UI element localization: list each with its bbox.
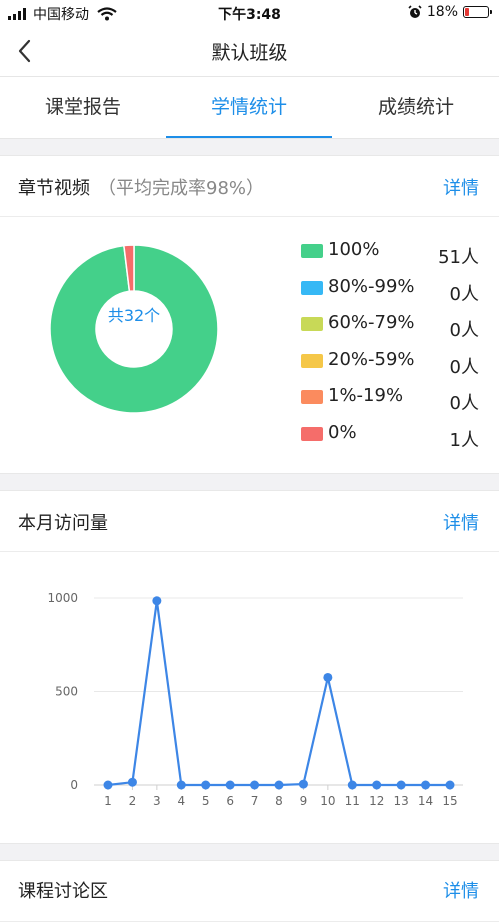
discussion-detail-link[interactable]: 详情 — [443, 877, 479, 903]
nav-bar: 默认班级 — [0, 26, 499, 77]
status-bar: 中国移动 下午3:48 18% — [0, 0, 499, 26]
legend-count: 0人 — [449, 283, 479, 305]
legend-item: 20%-59% 0人 — [301, 349, 491, 386]
visits-card-header: 本月访问量 详情 — [0, 491, 499, 552]
legend-swatch — [301, 280, 323, 295]
visits-point — [274, 780, 284, 790]
tab-bar: 课堂报告 学情统计 成绩统计 — [0, 77, 499, 139]
legend-swatch — [301, 244, 323, 258]
legend-count: 51人 — [438, 247, 479, 268]
video-detail-link[interactable]: 详情 — [443, 174, 479, 200]
x-tick-label: 8 — [275, 794, 283, 808]
x-tick-label: 14 — [418, 794, 433, 808]
legend-label: 80%-99% — [328, 275, 415, 297]
battery-icon — [463, 6, 492, 18]
x-tick-label: 13 — [394, 794, 409, 808]
visits-point — [225, 780, 235, 790]
x-tick-label: 4 — [177, 794, 185, 808]
visits-point — [445, 780, 455, 790]
legend-label: 1%-19% — [328, 385, 404, 406]
visits-detail-link[interactable]: 详情 — [443, 509, 479, 535]
legend-label: 0% — [328, 421, 357, 443]
legend-item: 60%-79% 0人 — [301, 312, 491, 349]
donut-legend: 100% 51人 80%-99% 0人 60%-79% 0人 20%-59% 0人 1%… — [301, 239, 491, 458]
x-tick-label: 7 — [251, 794, 259, 808]
legend-label: 100% — [328, 239, 380, 260]
visits-point — [250, 780, 260, 790]
page-title: 默认班级 — [211, 42, 288, 64]
battery-level — [465, 8, 469, 16]
legend-item: 1%-19% 0人 — [301, 385, 491, 422]
tab-learning-stats[interactable]: 学情统计 — [166, 77, 332, 138]
video-title: 章节视频 — [18, 178, 90, 199]
legend-label: 60%-79% — [328, 312, 415, 333]
visits-point — [201, 780, 211, 790]
legend-item: 80%-99% 0人 — [301, 276, 491, 313]
visits-card: 本月访问量 详情 0 500 1000 1 2 3 4 5 6 7 8 9 10 11 12 13 14 15 — [0, 490, 499, 844]
visits-point — [127, 777, 137, 787]
legend-swatch — [301, 426, 323, 441]
discussion-card-header: 课程讨论区 详情 — [0, 861, 499, 922]
x-tick-label: 11 — [345, 794, 360, 808]
x-tick-label: 5 — [202, 794, 210, 808]
legend-count: 0人 — [449, 356, 479, 378]
x-tick-label: 6 — [226, 794, 234, 808]
x-tick-label: 9 — [300, 794, 308, 808]
discussion-card: 课程讨论区 详情 — [0, 860, 499, 922]
legend-item: 100% 51人 — [301, 239, 491, 276]
visits-series-line — [107, 599, 450, 787]
visits-point — [396, 780, 406, 790]
video-card-title: 章节视频 （平均完成率98%） — [18, 174, 264, 200]
x-tick-label: 15 — [442, 794, 457, 808]
video-card-header: 章节视频 （平均完成率98%） 详情 — [0, 156, 499, 217]
visits-point — [103, 780, 113, 790]
tab-active-indicator — [166, 136, 332, 138]
visits-point — [421, 780, 431, 790]
tab-grade-stats[interactable]: 成绩统计 — [333, 77, 499, 138]
discussion-card-title: 课程讨论区 — [18, 881, 108, 902]
visits-point — [323, 672, 333, 682]
x-tick-label: 10 — [320, 794, 335, 808]
visits-point — [347, 780, 357, 790]
status-right: 18% — [408, 4, 492, 20]
legend-count: 0人 — [449, 393, 479, 414]
visits-point — [152, 596, 162, 606]
visits-line-chart: 050010001 2 3 4 5 6 7 8 9 10 11 12 13 14 15 — [47, 591, 463, 808]
legend-count: 0人 — [449, 320, 479, 341]
battery-percent: 18% — [426, 4, 458, 20]
legend-swatch — [301, 390, 323, 404]
visits-point — [372, 780, 382, 790]
legend-item: 0% 1人 — [301, 422, 491, 459]
x-tick-label: 1 — [104, 794, 112, 808]
tab-class-report[interactable]: 课堂报告 — [0, 77, 166, 138]
legend-swatch — [301, 353, 323, 368]
y-tick-label: 500 — [55, 685, 78, 699]
x-tick-label: 12 — [369, 794, 384, 808]
legend-swatch — [301, 317, 323, 331]
video-card: 章节视频 （平均完成率98%） 详情 共32个 100% 51人 80%-99% 0人… — [0, 155, 499, 474]
alarm-icon — [408, 5, 422, 18]
y-tick-label: 0 — [70, 778, 78, 792]
legend-label: 20%-59% — [328, 348, 415, 370]
visits-point — [298, 779, 308, 789]
y-tick-label: 1000 — [47, 591, 78, 605]
visits-card-title: 本月访问量 — [18, 513, 108, 534]
legend-count: 1人 — [449, 429, 479, 451]
x-tick-label: 2 — [129, 794, 137, 808]
video-subtitle: （平均完成率98%） — [98, 178, 265, 199]
donut-center-label: 共32个 — [107, 306, 161, 325]
visits-point — [176, 780, 186, 790]
x-tick-label: 3 — [153, 794, 161, 808]
